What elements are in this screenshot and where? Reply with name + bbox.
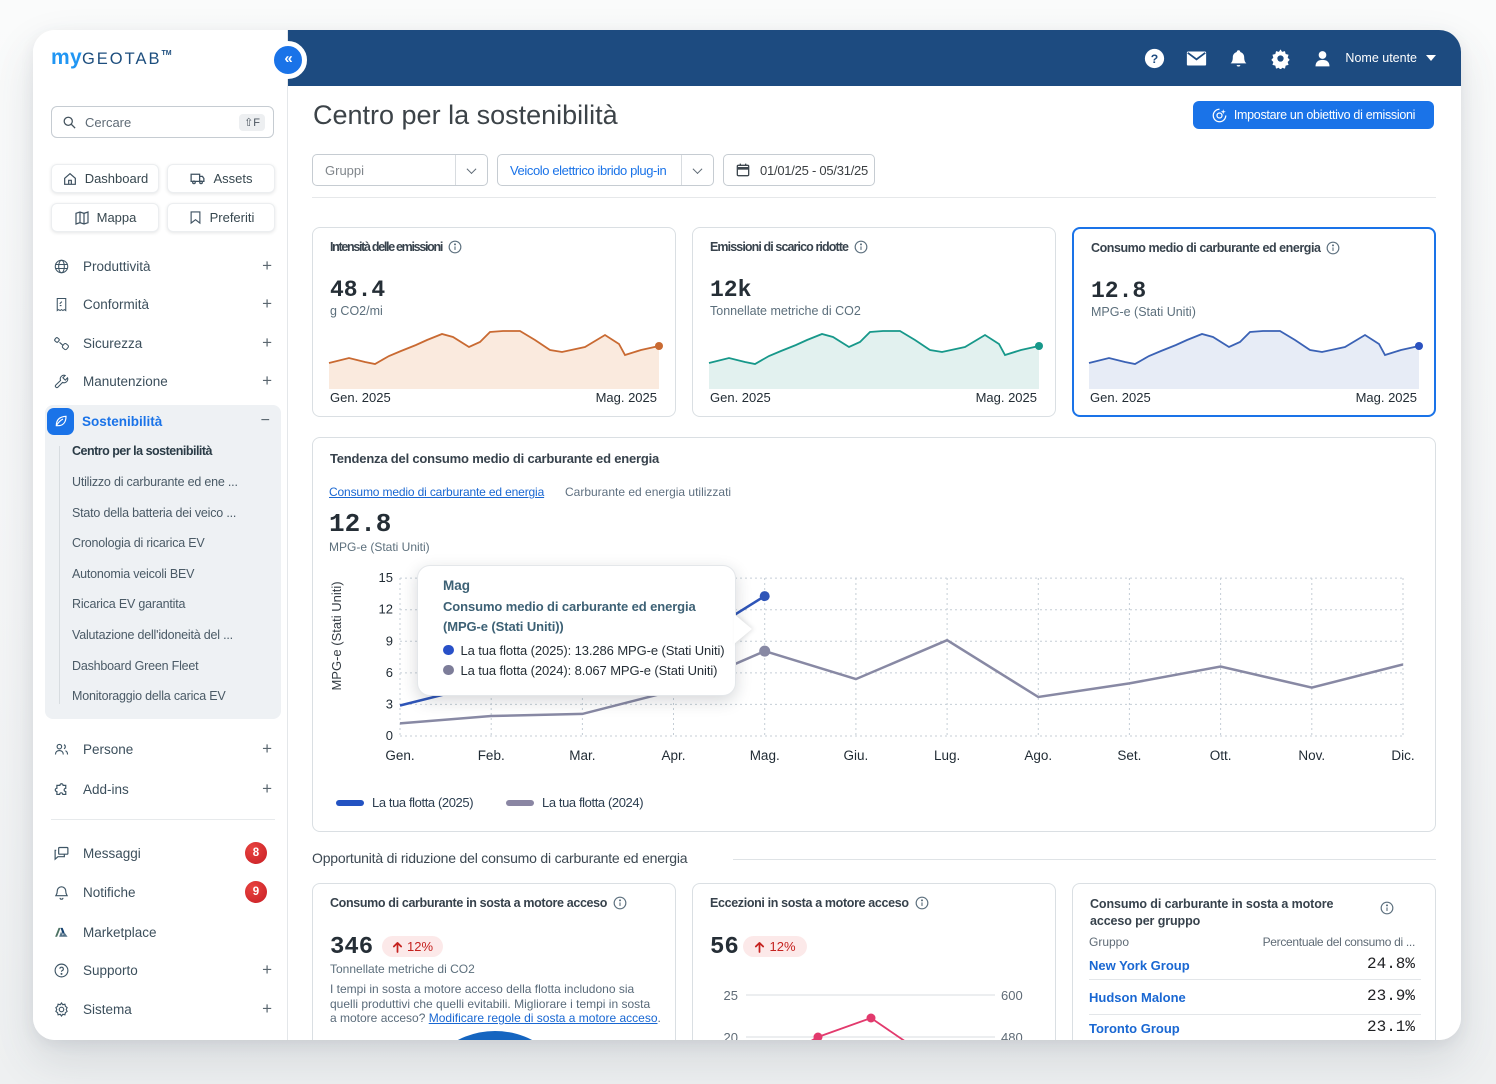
- svg-text:6: 6: [386, 665, 393, 680]
- svg-text:Mag.: Mag.: [750, 748, 780, 763]
- svg-text:20: 20: [724, 1030, 738, 1040]
- svg-text:MPG-e (Stati Uniti): MPG-e (Stati Uniti): [329, 581, 344, 690]
- svg-text:Ago.: Ago.: [1024, 748, 1052, 763]
- svg-text:9: 9: [386, 633, 393, 648]
- svg-text:Nov.: Nov.: [1298, 748, 1325, 763]
- svg-text:12: 12: [379, 602, 393, 617]
- svg-text:Apr.: Apr.: [661, 748, 685, 763]
- svg-text:Ott.: Ott.: [1210, 748, 1232, 763]
- svg-text:15: 15: [379, 570, 393, 585]
- svg-text:Giu.: Giu.: [844, 748, 869, 763]
- svg-text:?: ?: [1151, 51, 1158, 65]
- svg-text:600: 600: [1001, 988, 1023, 1003]
- svg-text:0: 0: [386, 728, 393, 743]
- svg-text:3: 3: [386, 696, 393, 711]
- svg-text:25: 25: [724, 988, 738, 1003]
- svg-text:Lug.: Lug.: [934, 748, 960, 763]
- svg-text:Set.: Set.: [1117, 748, 1141, 763]
- svg-text:480: 480: [1001, 1030, 1023, 1040]
- svg-text:Gen.: Gen.: [385, 748, 414, 763]
- svg-text:Feb.: Feb.: [478, 748, 505, 763]
- svg-text:Dic.: Dic.: [1391, 748, 1414, 763]
- svg-text:Mar.: Mar.: [569, 748, 595, 763]
